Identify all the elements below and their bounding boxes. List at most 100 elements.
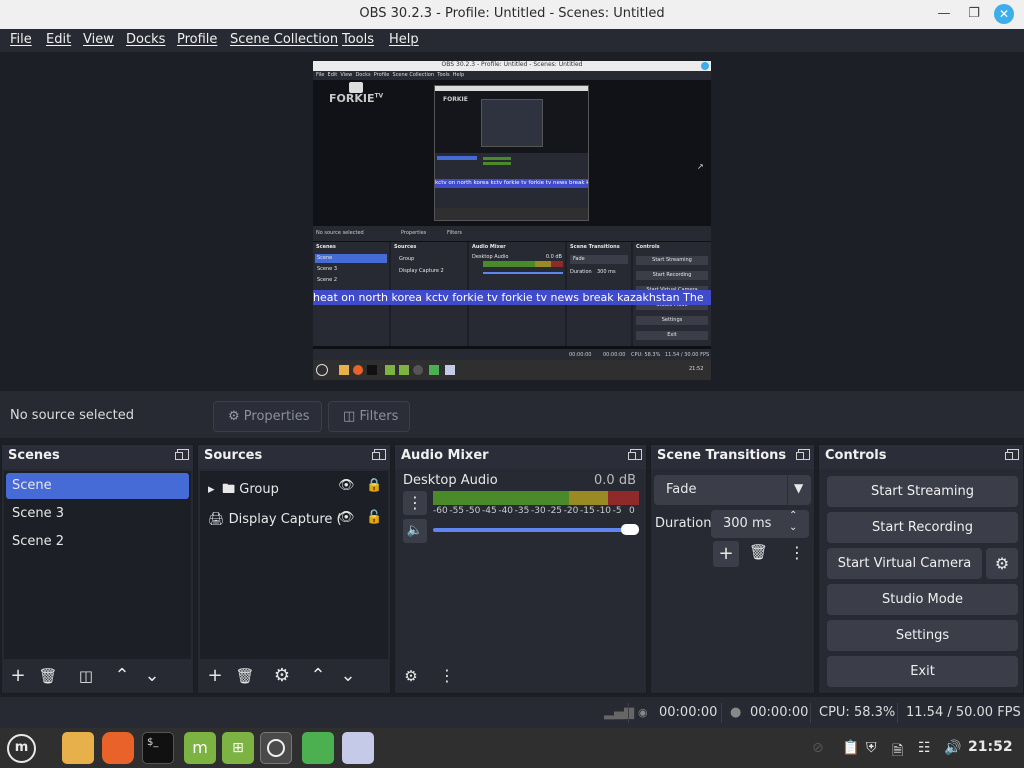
nested-notes-icon [445,365,455,375]
settings-button[interactable]: Settings [827,620,1018,651]
remove-source-button[interactable]: 🗑 [233,664,257,688]
folder-icon: 🖿 [222,482,236,497]
eye-icon[interactable]: 👁 [338,510,355,525]
files-app-icon[interactable] [62,732,94,764]
audio-menu-button[interactable]: ⋮ [403,491,427,515]
meter-tick-label: 0 [629,506,635,516]
properties-label: Properties [243,409,310,424]
remove-scene-button[interactable]: 🗑 [36,664,60,688]
lock-icon[interactable]: 🔒 [366,478,382,493]
clock[interactable]: 21:52 [968,739,1013,755]
filter-icon: ◫ [343,409,356,424]
menu-file[interactable]: File [10,32,32,47]
speaker-icon[interactable]: 🔈 [403,519,427,543]
notes-icon[interactable] [342,732,374,764]
menu-docks[interactable]: Docks [126,32,165,47]
volume-icon[interactable]: 🔊 [944,740,961,756]
nested-scenes-title: Scenes [316,244,336,250]
remove-transition-button[interactable]: 🗑 [749,543,768,561]
source-item-display-capture[interactable]: 🖨 Display Capture ( 👁 🔓 [202,507,386,533]
add-source-button[interactable]: + [203,664,227,688]
mint-menu-icon[interactable]: m [7,734,36,763]
eye-icon[interactable]: 👁 [338,478,355,493]
notes-tray-icon[interactable]: 🗎 [892,740,903,764]
start-streaming-button[interactable]: Start Streaming [827,476,1018,507]
forkie-logo-text: FORKIE [329,92,375,105]
shield-icon[interactable] [302,732,334,764]
filters-button[interactable]: ◫ Filters [328,401,410,432]
nested-audio-title: Audio Mixer [472,244,506,250]
menu-tools[interactable]: Tools [342,32,374,47]
clipboard-icon[interactable]: 📋 [842,740,859,756]
preview-area[interactable]: OBS 30.2.3 - Profile: Untitled - Scenes:… [4,52,1020,390]
mintupdate-icon[interactable]: m [184,732,216,764]
firefox-icon[interactable] [102,732,134,764]
update-shield-icon[interactable]: ⛨ [866,740,877,756]
volume-slider[interactable] [433,528,629,532]
menu-view[interactable]: View [83,32,114,47]
move-scene-down-button[interactable]: ⌄ [140,664,164,688]
meter-zone [608,491,639,505]
nested-start-streaming: Start Streaming [636,256,708,265]
exit-button[interactable]: Exit [827,656,1018,687]
menu-scene-collection[interactable]: Scene Collection [230,32,338,47]
volume-slider-handle[interactable] [621,524,639,535]
scene-item-scene[interactable]: Scene [6,473,189,499]
undock-icon[interactable] [372,449,386,460]
menu-profile[interactable]: Profile [177,32,217,47]
nested-titlebar: OBS 30.2.3 - Profile: Untitled - Scenes:… [313,61,711,71]
preview-canvas[interactable]: OBS 30.2.3 - Profile: Untitled - Scenes:… [313,61,711,380]
move-scene-up-button[interactable]: ⌃ [110,664,134,688]
nested-title: OBS 30.2.3 - Profile: Untitled - Scenes:… [441,61,583,68]
transition-select[interactable]: Fade ▼ [654,475,811,505]
audio-mixer-menu-button[interactable]: ⋮ [435,664,459,688]
menu-help[interactable]: Help [389,32,419,47]
chevron-down-icon[interactable]: ▼ [794,481,803,495]
properties-button[interactable]: ⚙ Properties [213,401,322,432]
minimize-button[interactable]: — [934,4,954,24]
duration-spinbox[interactable]: 300 ms ⌃ ⌄ [711,510,809,538]
scene-item-scene-3[interactable]: Scene 3 [6,501,189,527]
sources-toolbar: + 🗑 ⚙ ⌃ ⌄ [198,659,390,693]
move-source-up-button[interactable]: ⌃ [306,664,330,688]
monitor-icon: 🖨 [208,512,225,527]
undock-icon[interactable] [796,449,810,460]
spin-down-icon[interactable]: ⌄ [789,522,797,533]
network-icon[interactable]: ☷ [918,740,931,756]
menu-edit[interactable]: Edit [46,32,71,47]
spin-up-icon[interactable]: ⌃ [789,510,797,521]
close-button[interactable]: ✕ [994,4,1014,24]
move-source-down-button[interactable]: ⌄ [336,664,360,688]
nested-mint-app-icon [385,365,395,375]
undock-icon[interactable] [628,449,642,460]
network-off-icon[interactable]: ⊘ [812,740,824,756]
studio-mode-button[interactable]: Studio Mode [827,584,1018,615]
meter-tick-label: -35 [514,506,530,516]
meter-zone [433,491,569,505]
add-scene-button[interactable]: + [6,664,30,688]
scene-item-scene-2[interactable]: Scene 2 [6,529,189,555]
undock-icon[interactable] [1005,449,1019,460]
nested-audio-level: 0.0 dB [545,254,562,260]
start-virtual-camera-button[interactable]: Start Virtual Camera [827,548,982,579]
audio-mixer-toolbar: ⚙ ⋮ [395,659,646,693]
maximize-button[interactable]: ❐ [964,4,984,24]
duration-label: Duration [655,516,712,531]
unlock-icon[interactable]: 🔓 [366,510,382,525]
start-recording-button[interactable]: Start Recording [827,512,1018,543]
calculator-icon[interactable]: ⊞ [222,732,254,764]
source-properties-button[interactable]: ⚙ [270,664,294,688]
transition-menu-button[interactable]: ⋮ [789,543,805,562]
virtual-camera-settings-button[interactable]: ⚙ [986,548,1018,579]
recursive-selected-scene [437,156,477,160]
scene-filters-button[interactable]: ◫ [74,664,98,688]
chevron-right-icon[interactable]: ▸ [208,482,218,497]
status-divider [721,703,722,723]
undock-icon[interactable] [175,449,189,460]
terminal-icon[interactable]: $_ [142,732,174,764]
obs-taskbar-icon[interactable] [260,732,292,764]
nested-filters: Filters [447,230,462,236]
advanced-audio-button[interactable]: ⚙ [399,664,423,688]
source-item-group[interactable]: ▸ 🖿 Group 👁 🔒 [202,475,386,501]
add-transition-button[interactable]: + [713,541,739,567]
